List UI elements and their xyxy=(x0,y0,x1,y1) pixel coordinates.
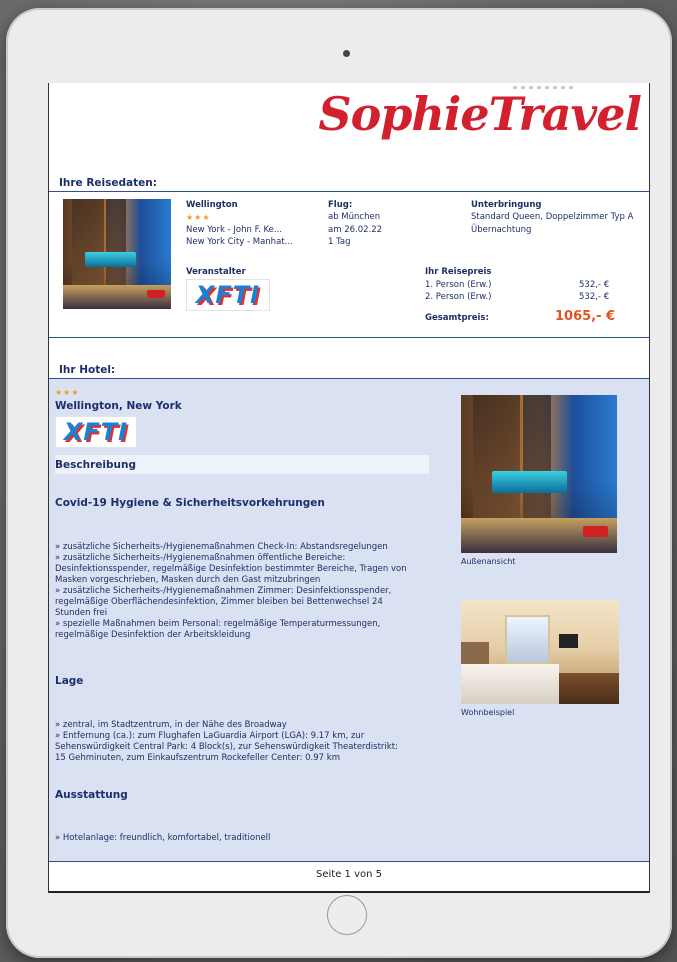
booking-route-2: New York City - Manhat... xyxy=(186,237,293,247)
booking-route-1: New York - John F. Ke... xyxy=(186,225,282,235)
section-divider xyxy=(49,337,649,338)
person-2-label: 2. Person (Erw.) xyxy=(425,292,492,302)
operator-logo-xfti: XFTI xyxy=(186,279,270,311)
operator-label: Veranstalter xyxy=(186,267,246,277)
hotel-thumbnail xyxy=(63,199,171,309)
booking-section-title: Ihre Reisedaten: xyxy=(59,177,157,189)
location-details: » zentral, im Stadtzentrum, in der Nähe … xyxy=(55,720,398,763)
total-price: 1065,- € xyxy=(555,309,616,324)
board-type: Übernachtung xyxy=(471,225,532,235)
flight-from: ab München xyxy=(328,212,381,222)
accommodation-label: Unterbringung xyxy=(471,200,542,210)
sophie-travel-logo: SophieTravel xyxy=(318,87,642,141)
person-2-price: 532,- € xyxy=(579,292,610,302)
hotel-section-title: Ihr Hotel: xyxy=(59,364,116,376)
room-type: Standard Queen, Doppelzimmer Typ A xyxy=(471,212,634,222)
exterior-caption: Außenansicht xyxy=(461,557,516,566)
flight-label: Flug: xyxy=(328,200,353,210)
amenities-details: » Hotelanlage: freundlich, komfortabel, … xyxy=(55,833,271,843)
person-1-label: 1. Person (Erw.) xyxy=(425,280,492,290)
covid-title: Covid-19 Hygiene & Sicherheitsvorkehrung… xyxy=(55,497,325,509)
hotel-name: Wellington, New York xyxy=(55,400,182,412)
hotel-room-photo xyxy=(461,600,619,704)
room-caption: Wohnbeispiel xyxy=(461,708,515,717)
booking-hotel-stars: ★★★ xyxy=(186,213,211,222)
covid-measures: » zusätzliche Sicherheits-/Hygienemaßnah… xyxy=(55,542,407,640)
home-button[interactable] xyxy=(327,895,367,935)
hotel-details-panel: ★★★ Wellington, New York XFTI Beschreibu… xyxy=(49,379,649,861)
flight-date: am 26.02.22 xyxy=(328,225,383,235)
hotel-operator-logo-xfti: XFTI xyxy=(55,416,137,448)
camera-dot xyxy=(343,50,350,57)
amenities-title: Ausstattung xyxy=(55,789,128,801)
person-1-price: 532,- € xyxy=(579,280,610,290)
document-page: SophieTravel Ihre Reisedaten: Wellington… xyxy=(48,83,650,893)
hotel-exterior-photo xyxy=(461,395,617,553)
footer-divider xyxy=(49,861,649,862)
tablet-frame: SophieTravel Ihre Reisedaten: Wellington… xyxy=(6,8,672,958)
total-label: Gesamtpreis: xyxy=(425,313,489,323)
location-title: Lage xyxy=(55,675,84,687)
page-indicator: Seite 1 von 5 xyxy=(316,869,382,880)
price-label: Ihr Reisepreis xyxy=(425,267,492,277)
description-label: Beschreibung xyxy=(55,459,136,471)
booking-hotel-name: Wellington xyxy=(186,200,238,210)
hotel-stars: ★★★ xyxy=(55,388,80,397)
section-divider xyxy=(49,191,649,192)
page-bottom-border xyxy=(49,891,649,893)
flight-duration: 1 Tag xyxy=(328,237,351,247)
